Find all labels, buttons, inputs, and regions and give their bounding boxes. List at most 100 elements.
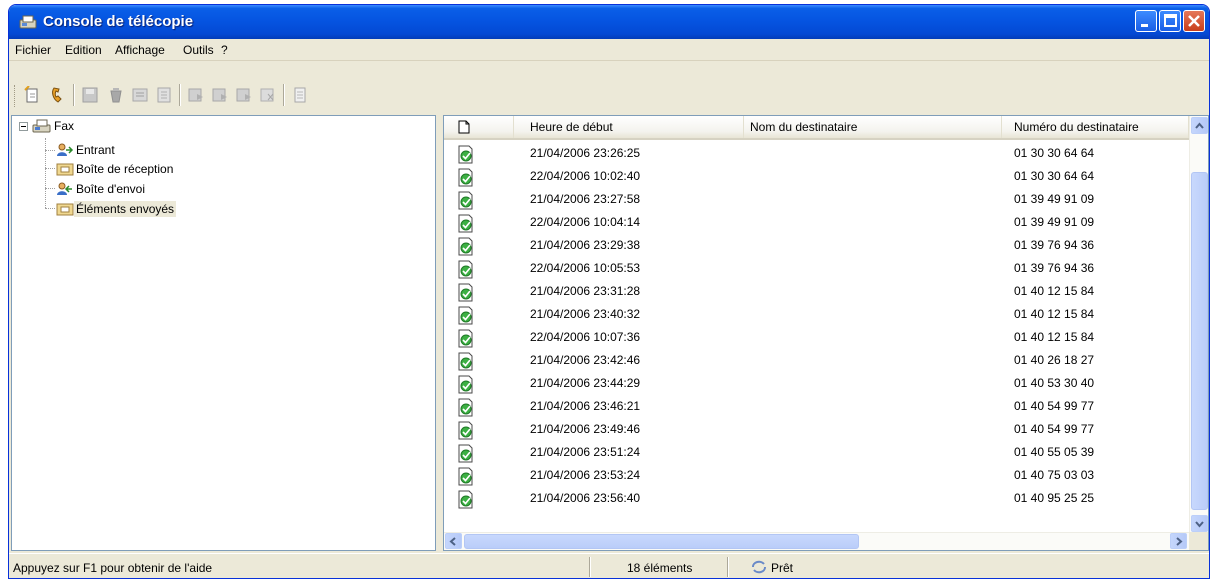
menu-edition[interactable]: Edition	[63, 42, 104, 58]
receive-now-icon[interactable]	[49, 86, 67, 104]
horizontal-scroll-thumb[interactable]	[464, 534, 859, 549]
fax-console-icon	[19, 15, 37, 29]
cell-start-time: 21/04/2006 23:53:24	[530, 468, 641, 482]
table-row[interactable]: 21/04/2006 23:42:46 01 40 26 18 27	[444, 349, 1189, 372]
chevron-down-icon	[1195, 521, 1204, 528]
status-bar: Appuyez sur F1 pour obtenir de l'aide 18…	[9, 553, 1209, 578]
cell-recipient-number: 01 40 12 15 84	[1014, 330, 1095, 344]
sent-fax-icon	[458, 490, 473, 509]
save-icon[interactable]	[81, 86, 99, 104]
toolbar-separator	[283, 84, 285, 106]
cell-recipient-number: 01 40 26 18 27	[1014, 353, 1095, 367]
delete-icon[interactable]	[107, 86, 125, 104]
sent-fax-icon	[458, 168, 473, 187]
close-button[interactable]	[1183, 10, 1205, 32]
sent-fax-icon	[458, 329, 473, 348]
restart-icon[interactable]	[259, 86, 277, 104]
forward-icon[interactable]	[131, 86, 149, 104]
cell-start-time: 21/04/2006 23:51:24	[530, 445, 641, 459]
inbox-folder-icon	[56, 163, 74, 176]
scroll-up-button[interactable]	[1191, 117, 1208, 134]
tree-node-inbox[interactable]: Boîte de réception	[56, 160, 175, 178]
cell-start-time: 21/04/2006 23:42:46	[530, 353, 641, 367]
tree-node-fax[interactable]: Fax	[32, 117, 76, 135]
tree-node-sent-items[interactable]: Éléments envoyés	[56, 200, 177, 218]
scroll-left-button[interactable]	[445, 533, 462, 549]
table-row[interactable]: 21/04/2006 23:49:46 01 40 54 99 77	[444, 418, 1189, 441]
table-row[interactable]: 21/04/2006 23:31:28 01 40 12 15 84	[444, 280, 1189, 303]
cell-start-time: 22/04/2006 10:07:36	[530, 330, 641, 344]
menu-bar: Fichier Edition Affichage Outils ?	[9, 39, 1209, 61]
tree-label: Boîte d'envoi	[76, 182, 146, 196]
list-header: Heure de début Nom du destinataire Numér…	[444, 116, 1189, 140]
column-header-recipient-name[interactable]: Nom du destinataire	[744, 116, 1002, 138]
cell-start-time: 21/04/2006 23:26:25	[530, 146, 641, 160]
cell-recipient-number: 01 30 30 64 64	[1014, 169, 1095, 183]
title-bar[interactable]: Console de télécopie	[9, 5, 1209, 39]
table-row[interactable]: 22/04/2006 10:04:14 01 39 49 91 09	[444, 211, 1189, 234]
list-rows: 21/04/2006 23:26:25 01 30 30 64 64 22/04/2…	[444, 142, 1189, 510]
table-row[interactable]: 22/04/2006 10:05:53 01 39 76 94 36	[444, 257, 1189, 280]
table-row[interactable]: 21/04/2006 23:51:24 01 40 55 05 39	[444, 441, 1189, 464]
status-separator	[727, 557, 729, 577]
cell-recipient-number: 01 40 54 99 77	[1014, 399, 1095, 413]
table-row[interactable]: 21/04/2006 23:26:25 01 30 30 64 64	[444, 142, 1189, 165]
tree-collapse-toggle[interactable]	[19, 122, 28, 131]
tree-label: Fax	[54, 119, 75, 133]
menu-help[interactable]: ?	[219, 42, 230, 58]
tree-node-outbox[interactable]: Boîte d'envoi	[56, 180, 147, 198]
cell-start-time: 22/04/2006 10:04:14	[530, 215, 641, 229]
maximize-button[interactable]	[1159, 10, 1181, 32]
menu-affichage[interactable]: Affichage	[113, 42, 167, 58]
menu-fichier[interactable]: Fichier	[13, 42, 53, 58]
scroll-corner	[1189, 532, 1208, 550]
cell-recipient-number: 01 40 95 25 25	[1014, 491, 1095, 505]
tree-label: Entrant	[76, 143, 115, 157]
table-row[interactable]: 21/04/2006 23:27:58 01 39 49 91 09	[444, 188, 1189, 211]
resume-icon[interactable]	[235, 86, 253, 104]
table-row[interactable]: 21/04/2006 23:40:32 01 40 12 15 84	[444, 303, 1189, 326]
tree-line	[45, 168, 55, 169]
cell-start-time: 21/04/2006 23:56:40	[530, 491, 641, 505]
table-row[interactable]: 22/04/2006 10:02:40 01 30 30 64 64	[444, 165, 1189, 188]
column-header-type[interactable]	[444, 116, 514, 138]
table-row[interactable]: 21/04/2006 23:56:40 01 40 95 25 25	[444, 487, 1189, 510]
cell-recipient-number: 01 40 75 03 03	[1014, 468, 1095, 482]
status-separator	[589, 557, 591, 577]
view-icon[interactable]	[187, 86, 205, 104]
column-header-recipient-number[interactable]: Numéro du destinataire	[1002, 116, 1189, 138]
document-icon	[458, 120, 470, 134]
cell-recipient-number: 01 30 30 64 64	[1014, 146, 1095, 160]
table-row[interactable]: 21/04/2006 23:44:29 01 40 53 30 40	[444, 372, 1189, 395]
column-header-start-time[interactable]: Heure de début	[514, 116, 744, 138]
table-row[interactable]: 21/04/2006 23:53:24 01 40 75 03 03	[444, 464, 1189, 487]
cell-start-time: 21/04/2006 23:27:58	[530, 192, 641, 206]
sent-fax-icon	[458, 237, 473, 256]
cell-recipient-number: 01 40 53 30 40	[1014, 376, 1095, 390]
vertical-scrollbar[interactable]	[1189, 116, 1208, 533]
pane-splitter[interactable]	[436, 115, 443, 551]
table-row[interactable]: 21/04/2006 23:29:38 01 39 76 94 36	[444, 234, 1189, 257]
tree-line	[45, 188, 55, 189]
incoming-fax-icon	[57, 143, 74, 156]
properties-icon[interactable]	[291, 86, 309, 104]
scroll-down-button[interactable]	[1191, 515, 1208, 532]
sent-fax-icon	[458, 145, 473, 164]
minimize-button[interactable]	[1135, 10, 1157, 32]
vertical-scroll-thumb[interactable]	[1191, 172, 1208, 510]
menu-outils[interactable]: Outils	[181, 42, 216, 58]
toolbar-grip[interactable]	[14, 85, 17, 107]
print-icon[interactable]	[155, 86, 173, 104]
scroll-right-button[interactable]	[1170, 533, 1187, 549]
sent-fax-icon	[458, 191, 473, 210]
horizontal-scrollbar[interactable]	[444, 532, 1189, 550]
table-row[interactable]: 21/04/2006 23:46:21 01 40 54 99 77	[444, 395, 1189, 418]
pause-icon[interactable]	[211, 86, 229, 104]
sent-fax-icon	[458, 260, 473, 279]
new-fax-icon[interactable]	[23, 86, 41, 104]
table-row[interactable]: 22/04/2006 10:07:36 01 40 12 15 84	[444, 326, 1189, 349]
sent-fax-icon	[458, 398, 473, 417]
tree-node-entrant[interactable]: Entrant	[56, 141, 117, 159]
cell-start-time: 22/04/2006 10:05:53	[530, 261, 641, 275]
cell-recipient-number: 01 40 12 15 84	[1014, 307, 1095, 321]
